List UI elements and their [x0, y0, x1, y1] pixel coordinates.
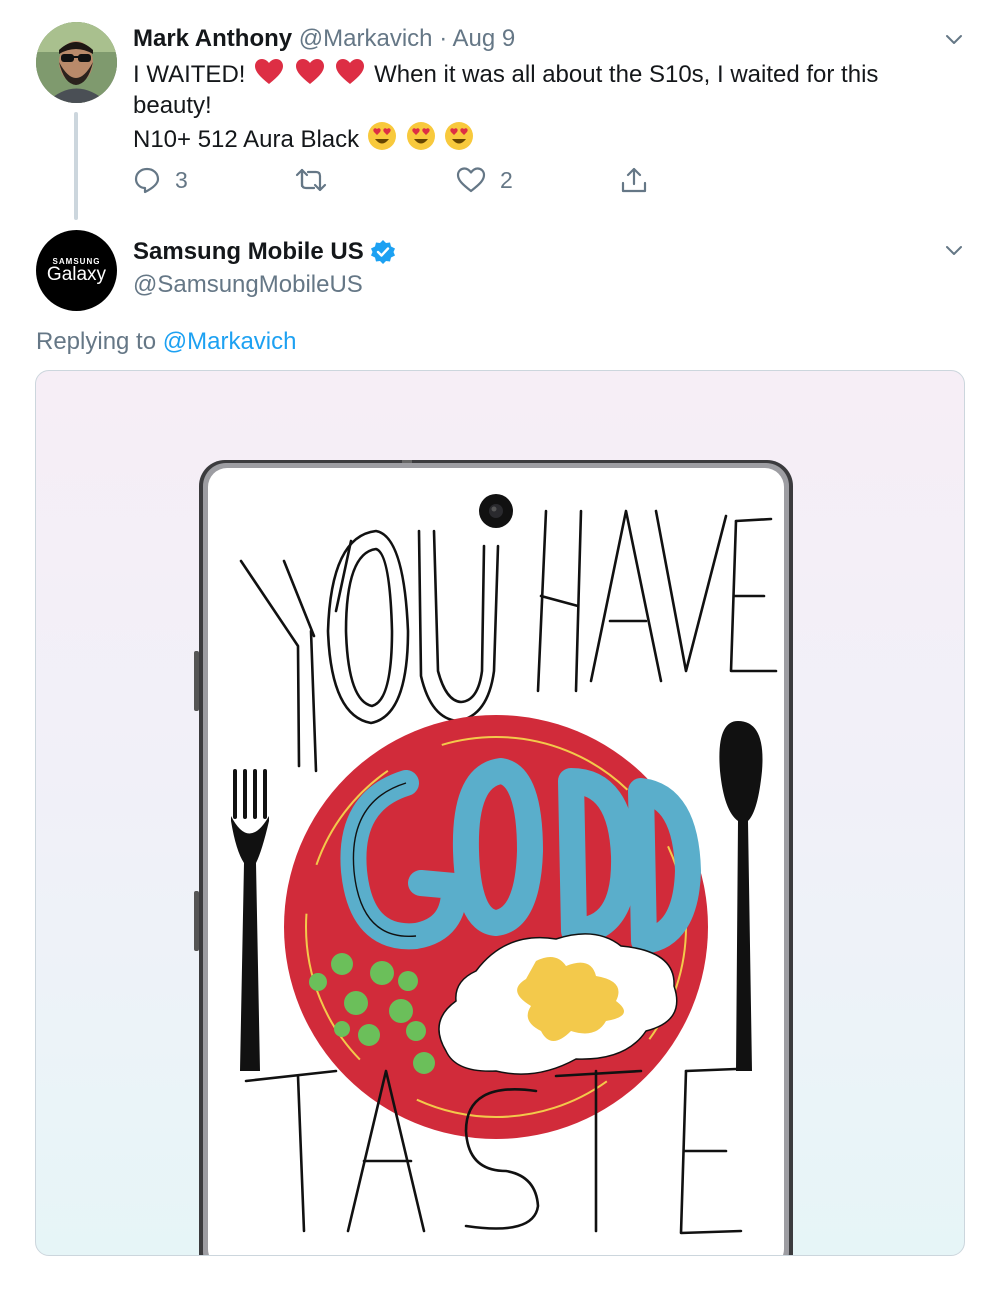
verified-badge-icon — [370, 240, 395, 264]
tweet1-header: Mark Anthony @Markavich · Aug 9 — [133, 24, 515, 54]
red-heart-emoji-icon — [336, 59, 365, 84]
replying-to-line: Replying to @Markavich — [36, 328, 296, 356]
reply-count: 3 — [175, 166, 188, 193]
share-button[interactable] — [620, 166, 648, 194]
heart-eyes-emoji-icon — [367, 122, 396, 150]
red-heart-emoji-icon — [295, 59, 324, 84]
reply-button[interactable]: 3 — [133, 166, 188, 194]
heart-eyes-emoji-icon — [406, 122, 435, 150]
tweet2-media-image[interactable] — [35, 370, 965, 1256]
replying-to-handle-link[interactable]: @Markavich — [163, 328, 297, 355]
like-icon — [456, 167, 486, 193]
replying-to-label: Replying to — [36, 328, 157, 355]
tweet1-author-handle[interactable]: @Markavich — [299, 25, 433, 52]
tweet1-date[interactable]: Aug 9 — [453, 25, 516, 52]
chevron-down-icon[interactable] — [944, 240, 964, 260]
like-count: 2 — [500, 166, 513, 193]
reply-icon — [134, 167, 160, 194]
like-button[interactable]: 2 — [456, 166, 513, 194]
tweet1-text-part1: I WAITED! — [133, 61, 246, 88]
tweet1-author-name[interactable]: Mark Anthony — [133, 25, 292, 52]
avatar-samsung-galaxy[interactable]: SAMSUNG Galaxy — [36, 230, 117, 311]
tweet2-author-name-row[interactable]: Samsung Mobile US — [133, 238, 396, 266]
red-heart-emoji-icon — [255, 59, 284, 84]
tweet1-text-line3: N10+ 512 Aura Black — [133, 126, 360, 153]
share-icon — [621, 167, 647, 193]
retweet-button[interactable] — [295, 166, 341, 194]
chevron-down-icon[interactable] — [944, 29, 964, 49]
tweet2-author-handle[interactable]: @SamsungMobileUS — [133, 271, 363, 299]
tweet2-author-name[interactable]: Samsung Mobile US — [133, 238, 364, 266]
phone-artwork — [194, 460, 793, 1255]
avatar-brand-big: Galaxy — [46, 264, 107, 285]
tweet1-text: I WAITED! When it was all about the S10s… — [133, 58, 923, 155]
tweet1-text-line2: beauty! — [133, 92, 212, 119]
avatar-mark-anthony[interactable] — [36, 22, 117, 103]
thread-connector — [74, 112, 78, 220]
retweet-icon — [295, 168, 327, 192]
tweet1-text-part2: When it was all about the S10s, I waited… — [374, 61, 879, 88]
tweet1-separator: · — [439, 25, 448, 52]
heart-eyes-emoji-icon — [445, 122, 474, 150]
